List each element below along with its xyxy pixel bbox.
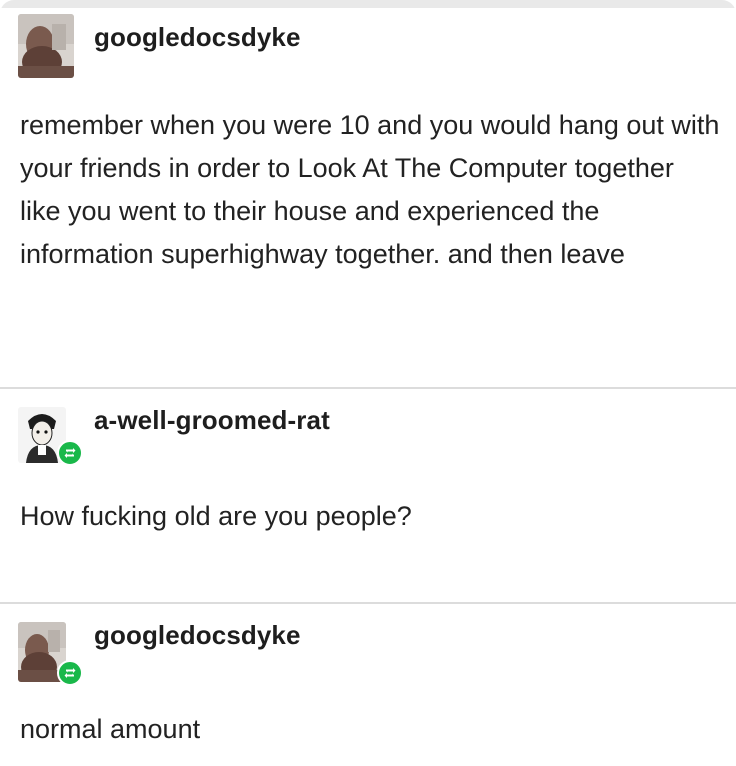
post-original: googledocsdyke remember when you were 10…	[0, 8, 736, 386]
tumblr-thread: googledocsdyke remember when you were 10…	[0, 0, 736, 766]
post-body: normal amount	[20, 714, 201, 744]
reblog-icon	[57, 660, 83, 686]
top-edge	[0, 0, 736, 8]
post-body: remember when you were 10 and you would …	[20, 110, 720, 269]
post-body: How fucking old are you people?	[20, 501, 412, 531]
post-username[interactable]: a-well-groomed-rat	[94, 405, 330, 436]
avatar-googledocsdyke[interactable]	[18, 14, 74, 78]
post-username[interactable]: googledocsdyke	[94, 22, 301, 53]
post-reply: googledocsdyke normal amount	[0, 604, 736, 766]
post-username[interactable]: googledocsdyke	[94, 620, 301, 651]
post-reply: a-well-groomed-rat How fucking old are y…	[0, 389, 736, 601]
reblog-icon	[57, 440, 83, 466]
